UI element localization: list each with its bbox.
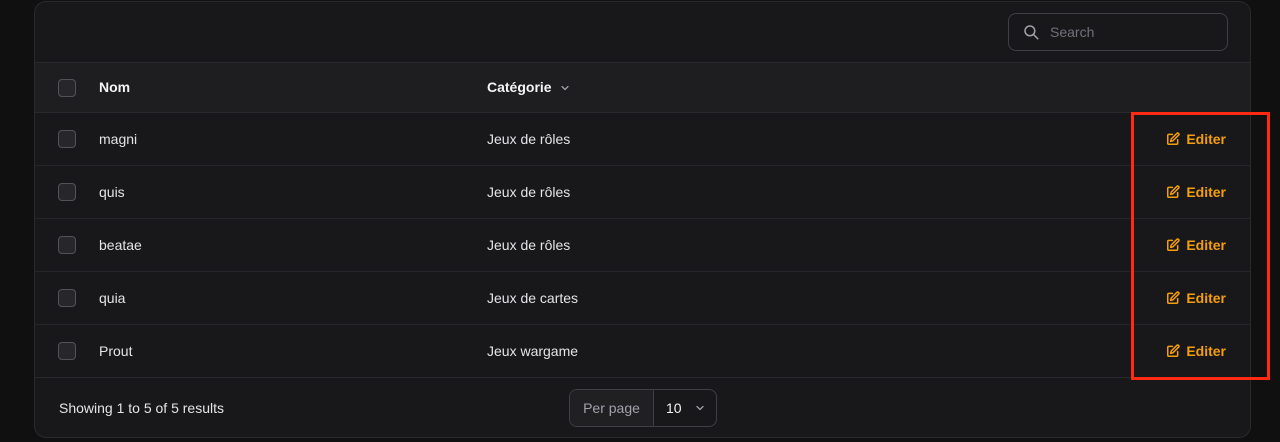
cell-nom: magni: [99, 131, 138, 147]
cell-categorie: Jeux de rôles: [487, 184, 571, 200]
table-header: Nom Catégorie: [35, 63, 1250, 113]
cell-nom: beatae: [99, 237, 142, 253]
per-page-select[interactable]: 10: [654, 390, 716, 426]
per-page-control[interactable]: Per page 10: [569, 389, 717, 427]
cell-categorie: Jeux de rôles: [487, 237, 571, 253]
edit-button[interactable]: Editer: [1166, 166, 1226, 218]
table-row: Prout Jeux wargame Editer: [35, 325, 1250, 378]
edit-icon: [1166, 291, 1180, 305]
column-header-label: Catégorie: [487, 79, 552, 95]
cell-categorie: Jeux wargame: [487, 343, 579, 359]
results-summary: Showing 1 to 5 of 5 results: [59, 400, 224, 416]
chevron-down-icon: [694, 402, 706, 414]
edit-icon: [1166, 344, 1180, 358]
edit-label: Editer: [1186, 131, 1226, 147]
edit-button[interactable]: Editer: [1166, 219, 1226, 271]
edit-label: Editer: [1186, 343, 1226, 359]
row-checkbox[interactable]: [58, 130, 76, 148]
table-body: magni Jeux de rôles Editer quis Jeux de …: [35, 113, 1250, 378]
row-checkbox[interactable]: [58, 289, 76, 307]
edit-label: Editer: [1186, 184, 1226, 200]
table-card: Nom Catégorie magni Jeux de rôles: [34, 1, 1251, 438]
edit-button[interactable]: Editer: [1166, 113, 1226, 165]
chevron-down-icon: [559, 82, 571, 94]
cell-categorie: Jeux de rôles: [487, 131, 571, 147]
edit-icon: [1166, 132, 1180, 146]
edit-button[interactable]: Editer: [1166, 272, 1226, 324]
table-row: beatae Jeux de rôles Editer: [35, 219, 1250, 272]
cell-categorie: Jeux de cartes: [487, 290, 579, 306]
search-box[interactable]: [1008, 13, 1228, 51]
select-all-checkbox[interactable]: [58, 79, 76, 97]
edit-button[interactable]: Editer: [1166, 325, 1226, 377]
row-checkbox[interactable]: [58, 183, 76, 201]
edit-label: Editer: [1186, 237, 1226, 253]
search-input[interactable]: [1048, 23, 1212, 41]
table-footer: Showing 1 to 5 of 5 results Per page 10: [35, 378, 1250, 437]
row-checkbox[interactable]: [58, 236, 76, 254]
cell-nom: quis: [99, 184, 125, 200]
table-row: quis Jeux de rôles Editer: [35, 166, 1250, 219]
search-icon: [1022, 23, 1040, 41]
row-checkbox[interactable]: [58, 342, 76, 360]
edit-icon: [1166, 185, 1180, 199]
column-header-categorie[interactable]: Catégorie: [487, 63, 571, 112]
edit-label: Editer: [1186, 290, 1226, 306]
per-page-label: Per page: [570, 390, 654, 426]
table-row: quia Jeux de cartes Editer: [35, 272, 1250, 325]
cell-nom: Prout: [99, 343, 133, 359]
table-toolbar: [35, 2, 1250, 63]
table-row: magni Jeux de rôles Editer: [35, 113, 1250, 166]
cell-nom: quia: [99, 290, 126, 306]
column-header-nom: Nom: [99, 79, 131, 95]
edit-icon: [1166, 238, 1180, 252]
per-page-value: 10: [666, 400, 682, 416]
